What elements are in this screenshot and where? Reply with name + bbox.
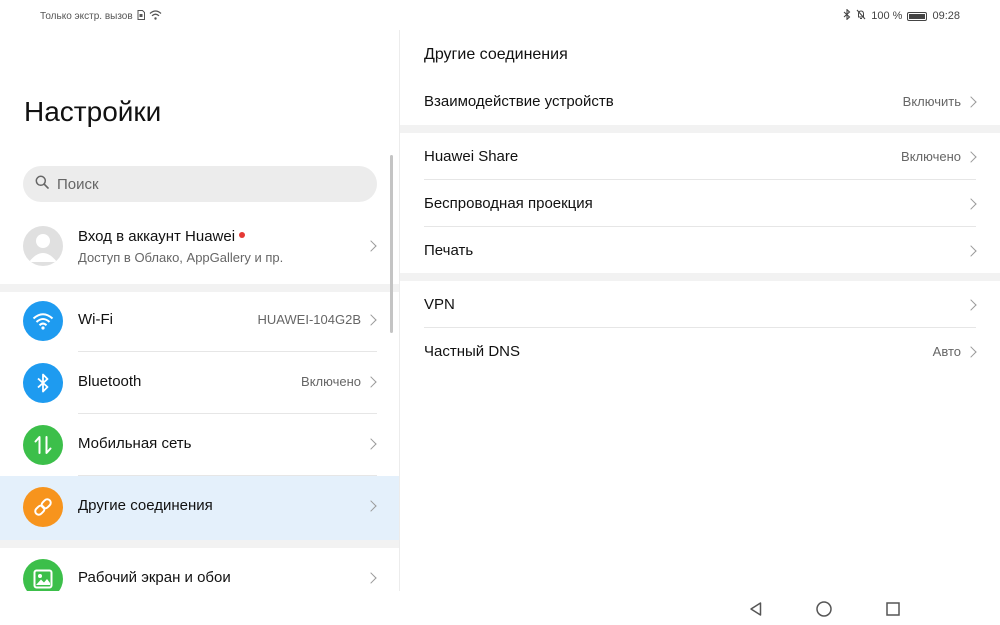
row-huawei-share[interactable]: Huawei Share Включено <box>400 133 1000 180</box>
sidebar-item-label: Wi‑Fi <box>78 311 113 328</box>
chevron-right-icon <box>365 572 377 584</box>
row-label: VPN <box>424 296 455 313</box>
account-title-text: Вход в аккаунт Huawei <box>78 228 236 245</box>
row-label: Huawei Share <box>424 148 519 165</box>
page-title: Настройки <box>24 96 162 127</box>
chevron-right-icon <box>965 198 977 210</box>
avatar <box>23 226 63 266</box>
row-private-dns[interactable]: Частный DNS Авто <box>400 328 1000 375</box>
mute-icon <box>856 9 866 23</box>
wallpaper-icon <box>23 559 63 591</box>
sidebar-item-home-screen-wallpaper[interactable]: Рабочий экран и обои <box>0 548 399 591</box>
section-title: Другие соединения <box>424 46 568 63</box>
sidebar-item-bluetooth[interactable]: Bluetooth Включено <box>0 352 399 414</box>
detail-pane: Другие соединения Взаимодействие устройс… <box>400 30 1000 591</box>
sidebar-item-value: HUAWEI-104G2B <box>257 312 361 327</box>
chevron-right-icon <box>965 151 977 163</box>
sidebar-item-label: Рабочий экран и обои <box>78 569 231 586</box>
account-title: Вход в аккаунт Huawei <box>78 228 246 245</box>
status-bar: Только экстр. вызов 100 % 09:28 <box>0 0 1000 30</box>
sidebar-item-other-connections[interactable]: Другие соединения <box>0 476 399 540</box>
sidebar-item-label: Мобильная сеть <box>78 435 192 452</box>
status-left: Только экстр. вызов <box>40 10 162 23</box>
chevron-right-icon <box>365 500 377 512</box>
battery-percent: 100 % <box>871 10 903 22</box>
status-right: 100 % 09:28 <box>843 8 960 23</box>
mobile-data-icon <box>23 425 63 465</box>
home-icon[interactable] <box>814 599 834 619</box>
row-value: Включить <box>902 94 961 109</box>
settings-sidebar: Настройки Вход в аккаунт Huawei Доступ в… <box>0 30 400 591</box>
row-label: Беспроводная проекция <box>424 195 593 212</box>
navigation-bar <box>0 591 1000 625</box>
notification-dot <box>239 232 246 239</box>
carrier-text: Только экстр. вызов <box>40 11 133 22</box>
sidebar-item-label: Bluetooth <box>78 373 142 390</box>
chevron-right-icon <box>365 314 377 326</box>
huawei-account-row[interactable]: Вход в аккаунт Huawei Доступ в Облако, A… <box>0 216 399 284</box>
sidebar-item-wifi[interactable]: Wi‑Fi HUAWEI-104G2B <box>0 290 399 352</box>
row-value: Включено <box>901 149 961 164</box>
clock: 09:28 <box>932 10 960 22</box>
search-input[interactable] <box>57 175 337 193</box>
scrollbar[interactable] <box>390 155 393 333</box>
chevron-right-icon <box>365 438 377 450</box>
chevron-right-icon <box>365 376 377 388</box>
search-icon <box>35 175 49 194</box>
section-divider <box>0 540 399 548</box>
recents-icon[interactable] <box>883 599 903 619</box>
row-device-interaction[interactable]: Взаимодействие устройств Включить <box>400 78 1000 125</box>
wifi-signal-icon <box>149 10 162 23</box>
chevron-right-icon <box>965 346 977 358</box>
settings-screen: Только экстр. вызов 100 % 09:28 Настройк… <box>0 0 1000 625</box>
row-vpn[interactable]: VPN <box>400 281 1000 328</box>
bluetooth-icon <box>23 363 63 403</box>
link-icon <box>23 487 63 527</box>
sidebar-item-value: Включено <box>301 374 361 389</box>
chevron-right-icon <box>365 240 377 252</box>
sim-icon <box>137 10 145 23</box>
row-wireless-projection[interactable]: Беспроводная проекция <box>400 180 1000 227</box>
section-divider <box>400 273 1000 281</box>
row-label: Печать <box>424 242 474 259</box>
wifi-icon <box>23 301 63 341</box>
row-value: Авто <box>932 344 961 359</box>
sidebar-item-mobile-network[interactable]: Мобильная сеть <box>0 414 399 476</box>
bluetooth-status-icon <box>843 8 851 23</box>
chevron-right-icon <box>965 96 977 108</box>
row-printing[interactable]: Печать <box>400 227 1000 274</box>
back-icon[interactable] <box>746 599 766 619</box>
row-label: Частный DNS <box>424 343 520 360</box>
account-subtitle: Доступ в Облако, AppGallery и пр. <box>78 250 284 265</box>
chevron-right-icon <box>965 299 977 311</box>
chevron-right-icon <box>965 245 977 257</box>
battery-icon <box>907 11 928 21</box>
row-label: Взаимодействие устройств <box>424 93 614 110</box>
section-divider <box>400 125 1000 133</box>
sidebar-item-label: Другие соединения <box>78 497 213 514</box>
search-bar[interactable] <box>23 166 377 202</box>
